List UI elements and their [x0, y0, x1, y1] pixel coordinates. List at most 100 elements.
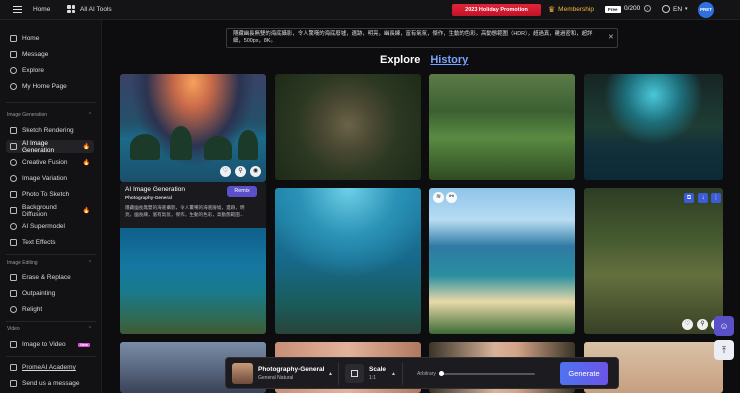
slider-thumb[interactable] [438, 371, 444, 376]
globe-icon [662, 5, 670, 13]
chevron-down-icon: ▾ [685, 6, 688, 12]
sidebar-item-my-home-page[interactable]: My Home Page [6, 80, 94, 93]
like-icon[interactable]: ♡ [220, 166, 231, 177]
sidebar-item-ai-supermodel[interactable]: AI Supermodel [6, 220, 94, 233]
sidebar-item-label: Outpainting [22, 290, 56, 297]
sidebar-item-text-effects[interactable]: Text Effects [6, 236, 94, 249]
home-link[interactable]: Home [33, 6, 50, 13]
download-icon[interactable]: ↓ [698, 193, 708, 203]
fire-icon: 🔥 [82, 160, 90, 166]
divider [402, 363, 403, 385]
membership-link[interactable]: ♛ Membership [548, 5, 594, 14]
compass-icon [10, 67, 17, 74]
credits-counter[interactable]: 0/200 i [624, 5, 652, 12]
featured-card[interactable]: AI Image Generation Photography-General … [120, 182, 266, 334]
sidebar-item-send-message[interactable]: Send us a message [6, 377, 94, 390]
collapse-icon[interactable]: ⌃ [88, 260, 92, 266]
video-icon [10, 341, 17, 348]
info-icon[interactable]: i [644, 5, 652, 12]
sidebar-item-label: PromeAI Academy [22, 364, 76, 371]
sidebar-item-explore[interactable]: Explore [6, 64, 94, 77]
gallery-image-jungle-ruins[interactable]: ⧉ ↓ ⋮ ♡ ⚲ ◉ [584, 188, 723, 334]
language-selector[interactable]: EN ▾ [662, 5, 688, 13]
style-name[interactable]: Photography-General [258, 366, 324, 373]
sketch-icon [10, 127, 17, 134]
all-ai-tools-link[interactable]: All AI Tools [67, 5, 112, 13]
sidebar-item-background-diffusion[interactable]: Background Diffusion 🔥 [6, 204, 94, 218]
scale-icon[interactable] [345, 364, 364, 383]
style-thumbnail[interactable] [232, 363, 253, 384]
chevron-up-icon[interactable]: ▲ [328, 371, 333, 377]
assistant-button[interactable]: ☺ [714, 316, 734, 336]
remix-button[interactable]: Remix [227, 186, 257, 197]
sidebar-item-image-variation[interactable]: Image Variation [6, 172, 94, 185]
island-shape [204, 136, 232, 160]
sidebar-item-creative-fusion[interactable]: Creative Fusion 🔥 [6, 156, 94, 169]
like-icon[interactable]: ♡ [682, 319, 693, 330]
collapse-icon[interactable]: ⌃ [88, 112, 92, 118]
sidebar-item-label: Image Variation [22, 175, 68, 182]
sidebar-item-label: Sketch Rendering [22, 127, 74, 134]
sidebar-item-label: Erase & Replace [22, 274, 71, 281]
bookmark-icon[interactable]: ⚲ [235, 166, 246, 177]
arbitrary-slider[interactable] [438, 371, 535, 376]
fire-icon: 🔥 [82, 208, 90, 214]
tab-history[interactable]: History [430, 54, 468, 66]
new-badge: New [78, 342, 90, 347]
gallery-image-stone-face[interactable] [275, 74, 421, 180]
chevron-up-icon[interactable]: ▲ [391, 371, 396, 377]
grid-icon [67, 5, 75, 13]
back-to-top-button[interactable]: ⤒ [714, 340, 734, 360]
scale-label[interactable]: Scale [369, 366, 386, 373]
sidebar-item-ai-image-generation[interactable]: AI Image Generation 🔥 [6, 139, 94, 154]
model-icon [10, 223, 17, 230]
sidebar-item-promeai-academy[interactable]: PromeAI Academy [6, 361, 94, 374]
sidebar-item-erase-replace[interactable]: Erase & Replace [6, 271, 94, 284]
gallery-image-coastal-bay[interactable]: ≋ ⚯ [429, 188, 575, 334]
tab-explore[interactable]: Explore [380, 54, 420, 66]
eraser-icon [10, 274, 17, 281]
island-shape [170, 126, 192, 160]
message-icon [10, 51, 17, 58]
gallery-image-underwater-ruins[interactable] [120, 228, 266, 334]
gallery-image-bay-islands[interactable]: ♡ ⚲ ◉ [120, 74, 266, 182]
copy-icon[interactable]: ⧉ [684, 193, 694, 203]
sidebar-item-label: Image to Video [22, 341, 66, 348]
gallery-image-sunken-pagoda[interactable] [275, 188, 421, 334]
gallery-image-underwater-hall[interactable] [584, 74, 723, 180]
gallery-image-forest-path[interactable] [429, 74, 575, 180]
image-icon [10, 143, 17, 150]
link-icon[interactable]: ⚯ [446, 192, 457, 203]
view-icon[interactable]: ◉ [250, 166, 261, 177]
divider [6, 356, 96, 357]
menu-icon[interactable] [13, 6, 22, 13]
holiday-promotion-button[interactable]: 2023 Holiday Promotion [452, 4, 541, 16]
variation-icon [10, 175, 17, 182]
home-icon [10, 35, 17, 42]
sidebar-item-outpainting[interactable]: Outpainting [6, 287, 94, 300]
sidebar-item-sketch-rendering[interactable]: Sketch Rendering [6, 124, 94, 137]
sidebar-item-photo-to-sketch[interactable]: Photo To Sketch [6, 188, 94, 201]
close-icon[interactable]: ✕ [608, 33, 614, 41]
sidebar-item-label: My Home Page [22, 83, 67, 90]
user-avatar[interactable]: PRET [698, 2, 714, 18]
generate-bar: Photography-General General Natural ▲ Sc… [225, 357, 619, 389]
sidebar-item-image-to-video[interactable]: Image to Video New [6, 338, 94, 351]
sidebar-item-home[interactable]: Home [6, 32, 94, 45]
sidebar-item-label: AI Image Generation [22, 139, 55, 154]
sidebar-item-label: Creative Fusion [22, 159, 68, 166]
sidebar-item-message[interactable]: Message [6, 48, 94, 61]
background-icon [10, 207, 17, 214]
section-image-editing: Image Editing [7, 260, 38, 266]
layers-icon[interactable]: ≋ [433, 192, 444, 203]
generate-button[interactable]: Generate [560, 362, 608, 385]
sidebar-item-relight[interactable]: Relight [6, 303, 94, 316]
island-shape [130, 134, 160, 160]
sidebar-item-label: Message [22, 51, 49, 58]
collapse-icon[interactable]: ⌃ [88, 326, 92, 332]
sidebar-item-label: AI Supermodel [22, 223, 65, 230]
more-icon[interactable]: ⋮ [711, 193, 721, 203]
sidebar-item-label: Relight [22, 306, 43, 313]
prompt-display[interactable]: 隱藏幽長無雙的海底攝影，令人驚嘆的海底廢墟，遺跡，明亮，幽長練，富有氣氛，傑作，… [226, 28, 618, 48]
bookmark-icon[interactable]: ⚲ [697, 319, 708, 330]
